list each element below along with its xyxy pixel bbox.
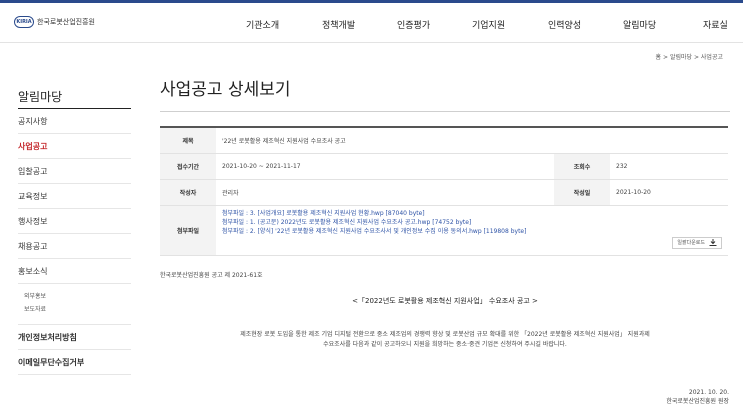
body-line: 수요조사를 다음과 같이 공고하오니 지원을 희망하는 중소·중견 기업은 신청…	[323, 340, 567, 348]
sidebar-item-pr-news[interactable]: 홍보소식	[18, 259, 131, 284]
breadcrumb-separator: >	[662, 54, 669, 61]
signature-date: 2021. 10. 20.	[688, 389, 729, 396]
main-content: 사업공고 상세보기 제목 '22년 로봇활용 제조혁신 지원사업 수요조사 공고…	[160, 75, 730, 350]
sidebar-submenu: 외부홍보 보도자료	[18, 284, 131, 325]
sidebar-item-notices[interactable]: 공지사항	[18, 109, 131, 134]
signature-org: 한국로봇산업진흥원 원장	[666, 398, 729, 405]
author-label: 작성자	[160, 179, 216, 206]
sidebar-item-education[interactable]: 교육정보	[18, 184, 131, 209]
nav-item-notice[interactable]: 알림마당	[623, 18, 656, 31]
sidebar-subitem-external-pr[interactable]: 외부홍보	[24, 290, 131, 303]
subject-label: 제목	[160, 127, 216, 154]
author-value: 관리자	[216, 179, 554, 206]
period-label: 접수기간	[160, 153, 216, 180]
breadcrumb-home[interactable]: 홈	[656, 54, 662, 61]
files-cell: 첨부파일 : 3. [사업개요] 로봇활용 제조혁신 지원사업 현황.hwp […	[216, 205, 728, 256]
sidebar-item-recruitment[interactable]: 채용공고	[18, 234, 131, 259]
sidebar: 알림마당 공지사항 사업공고 입찰공고 교육정보 행사정보 채용공고 홍보소식 …	[18, 85, 131, 375]
announcement-detail-table: 제목 '22년 로봇활용 제조혁신 지원사업 수요조사 공고 접수기간 2021…	[160, 126, 728, 256]
site-header: KIRIA 한국로봇산업진흥원 기관소개 정책개발 인증평가 기업지원 인력양성…	[0, 3, 743, 43]
nav-item-archive[interactable]: 자료실	[703, 18, 728, 31]
attachment-link[interactable]: 첨부파일 : 1. (공고문) 2022년도 로봇활용 제조혁신 지원사업 수요…	[222, 218, 526, 227]
nav-item-certification[interactable]: 인증평가	[397, 18, 430, 31]
announcement-body: 제조현장 로봇 도입을 통한 제조 기업 디지털 전환으로 중소 제조업의 경쟁…	[160, 330, 730, 350]
period-value: 2021-10-20 ~ 2021-11-17	[216, 153, 554, 180]
sidebar-item-events[interactable]: 행사정보	[18, 209, 131, 234]
subject-value: '22년 로봇활용 제조혁신 지원사업 수요조사 공고	[216, 127, 728, 154]
views-value: 232	[610, 153, 728, 180]
bulk-download-label: 일괄다운로드	[677, 240, 705, 246]
announcement-signature: 2021. 10. 20. 한국로봇산업진흥원 원장	[666, 388, 729, 406]
breadcrumb-level1[interactable]: 알림마당	[670, 54, 692, 61]
attachment-link[interactable]: 첨부파일 : 3. [사업개요] 로봇활용 제조혁신 지원사업 현황.hwp […	[222, 209, 526, 218]
nav-item-business-support[interactable]: 기업지원	[472, 18, 505, 31]
breadcrumb-separator: >	[693, 54, 699, 61]
page-title: 사업공고 상세보기	[160, 80, 291, 100]
nav-item-policy[interactable]: 정책개발	[322, 18, 355, 31]
attachment-link[interactable]: 첨부파일 : 2. [양식] '22년 로봇활용 제조혁신 지원사업 수요조사서…	[222, 227, 526, 236]
announcement-heading: <「2022년도 로봇활용 제조혁신 지원사업」 수요조사 공고 >	[352, 296, 538, 305]
sidebar-subitem-press-releases[interactable]: 보도자료	[24, 303, 131, 316]
views-label: 조회수	[554, 153, 610, 180]
nav-item-about[interactable]: 기관소개	[246, 18, 279, 31]
notice-number: 한국로봇산업진흥원 공고 제 2021-61호	[160, 271, 263, 279]
sidebar-title: 알림마당	[18, 85, 131, 109]
bulk-download-button[interactable]: 일괄다운로드	[672, 236, 722, 249]
download-icon	[709, 239, 717, 246]
breadcrumb: 홈 > 알림마당 > 사업공고	[656, 52, 723, 61]
nav-item-training[interactable]: 인력양성	[548, 18, 581, 31]
title-divider	[160, 111, 730, 112]
sidebar-item-email-refusal[interactable]: 이메일무단수집거부	[18, 350, 131, 375]
date-label: 작성일	[554, 179, 610, 206]
sidebar-item-privacy-policy[interactable]: 개인정보처리방침	[18, 325, 131, 350]
body-line: 제조현장 로봇 도입을 통한 제조 기업 디지털 전환으로 중소 제조업의 경쟁…	[240, 330, 650, 338]
files-label: 첨부파일	[160, 205, 216, 256]
main-nav: 기관소개 정책개발 인증평가 기업지원 인력양성 알림마당 자료실	[0, 18, 743, 32]
sidebar-item-bids[interactable]: 입찰공고	[18, 159, 131, 184]
sidebar-item-business-announcements[interactable]: 사업공고	[18, 134, 131, 159]
breadcrumb-level2[interactable]: 사업공고	[701, 54, 723, 61]
date-value: 2021-10-20	[610, 179, 728, 206]
